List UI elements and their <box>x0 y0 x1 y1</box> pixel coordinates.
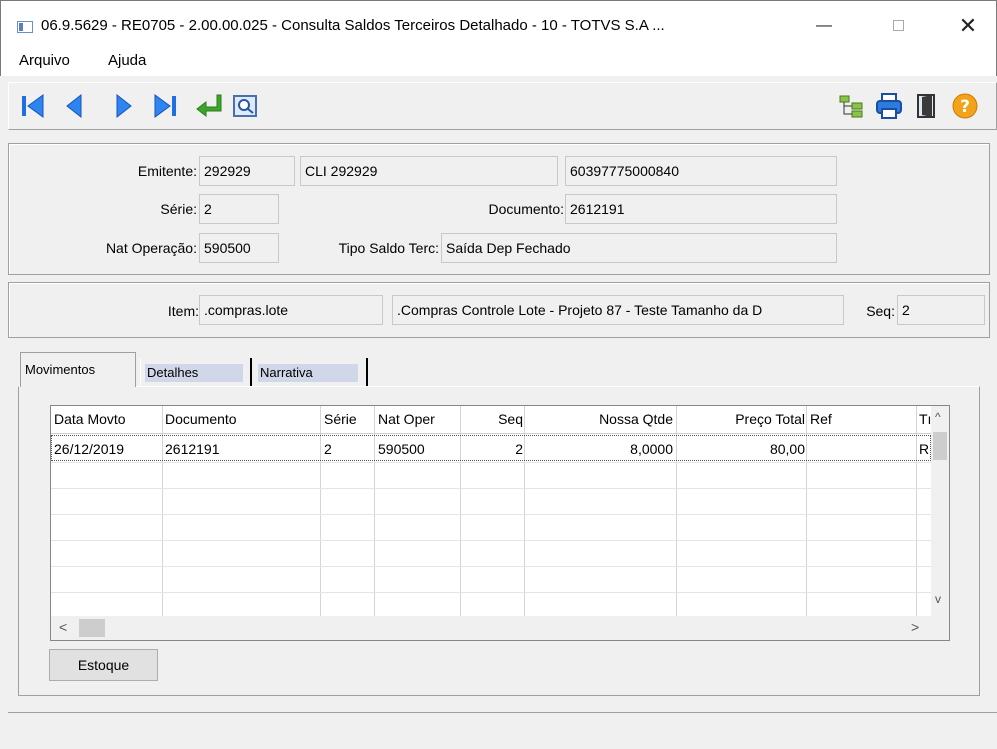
first-record-icon[interactable] <box>19 92 47 120</box>
col-header-preco-total[interactable]: Preço Total <box>677 406 805 432</box>
scrollbar-corner <box>931 616 949 640</box>
vertical-scroll-thumb[interactable] <box>933 432 947 460</box>
maximize-icon <box>892 20 904 32</box>
grid-row-line <box>51 566 931 567</box>
serie-label: Série: <box>160 201 197 217</box>
status-bar <box>8 712 997 749</box>
return-icon[interactable] <box>195 92 223 120</box>
tab-movimentos[interactable]: Movimentos <box>20 352 136 387</box>
col-header-nat-oper[interactable]: Nat Oper <box>378 406 435 432</box>
vertical-scrollbar[interactable]: ^ v <box>931 406 949 616</box>
scroll-left-icon[interactable]: < <box>59 619 67 635</box>
item-code-field[interactable]: .compras.lote <box>199 295 383 325</box>
cell-nat-oper: 590500 <box>378 441 425 457</box>
grid-row-line <box>51 592 931 593</box>
movimentos-grid[interactable]: Data Movto Documento Série Nat Oper Seq … <box>50 405 950 641</box>
menu-ajuda[interactable]: Ajuda <box>108 52 146 69</box>
help-icon[interactable]: ? <box>951 92 979 120</box>
col-header-nossa-qtde[interactable]: Nossa Qtde <box>525 406 673 432</box>
col-header-ref[interactable]: Ref <box>810 406 832 432</box>
emitente-cnpj-field[interactable]: 60397775000840 <box>565 156 837 186</box>
nat-operacao-field[interactable]: 590500 <box>199 233 279 263</box>
maximize-button[interactable] <box>875 11 921 41</box>
nat-operacao-label: Nat Operação: <box>105 240 197 256</box>
item-frame: Item: .compras.lote .Compras Controle Lo… <box>8 282 990 338</box>
tab-detalhes[interactable]: Detalhes <box>140 358 252 386</box>
app-icon <box>17 21 33 33</box>
horizontal-scrollbar[interactable]: < > <box>51 616 931 640</box>
documento-field[interactable]: 2612191 <box>565 194 837 224</box>
print-icon[interactable] <box>875 92 903 120</box>
header-frame: Emitente: 292929 CLI 292929 603977750008… <box>8 143 990 275</box>
col-header-data-movto[interactable]: Data Movto <box>54 406 126 432</box>
col-header-tp[interactable]: Tı <box>919 406 931 432</box>
exit-door-icon[interactable] <box>913 92 941 120</box>
tab-narrativa-label: Narrativa <box>258 364 358 382</box>
menu-bar: Arquivo Ajuda <box>0 44 997 76</box>
seq-field[interactable]: 2 <box>897 295 985 325</box>
scroll-up-icon[interactable]: ^ <box>935 410 941 424</box>
cell-data-movto: 26/12/2019 <box>54 441 125 457</box>
toolbar: ? <box>8 82 997 130</box>
cell-nossa-qtde: 8,0000 <box>630 441 673 457</box>
estoque-button[interactable]: Estoque <box>49 649 158 681</box>
seq-label: Seq: <box>866 303 895 319</box>
tipo-saldo-field[interactable]: Saída Dep Fechado <box>441 233 837 263</box>
col-header-documento[interactable]: Documento <box>165 406 237 432</box>
col-header-seq[interactable]: Seq <box>461 406 523 432</box>
cell-documento: 2612191 <box>165 441 220 457</box>
minimize-button[interactable]: — <box>801 11 847 41</box>
tab-movimentos-label: Movimentos <box>25 362 96 377</box>
scroll-down-icon[interactable]: v <box>935 592 941 606</box>
grid-header-divider <box>51 433 931 434</box>
tab-narrativa[interactable]: Narrativa <box>254 358 368 386</box>
last-record-icon[interactable] <box>151 92 179 120</box>
grid-row-line <box>51 540 931 541</box>
item-label: Item: <box>167 303 199 319</box>
scroll-right-icon[interactable]: > <box>911 619 919 635</box>
window-title-bar: 06.9.5629 - RE0705 - 2.00.00.025 - Consu… <box>0 0 997 44</box>
search-preview-icon[interactable] <box>231 92 259 120</box>
serie-field[interactable]: 2 <box>199 194 279 224</box>
menu-arquivo[interactable]: Arquivo <box>19 52 70 69</box>
horizontal-scroll-thumb[interactable] <box>79 619 105 637</box>
grid-row-line <box>51 514 931 515</box>
cell-serie: 2 <box>324 441 332 457</box>
previous-record-icon[interactable] <box>61 92 89 120</box>
cell-tp: R <box>919 441 930 457</box>
cell-preco-total: 80,00 <box>769 441 805 457</box>
next-record-icon[interactable] <box>109 92 137 120</box>
cell-seq: 2 <box>515 441 523 457</box>
emitente-code-field[interactable]: 292929 <box>199 156 295 186</box>
emitente-name-field[interactable]: CLI 292929 <box>300 156 558 186</box>
grid-row-line <box>51 488 931 489</box>
window-title: 06.9.5629 - RE0705 - 2.00.00.025 - Consu… <box>41 17 665 34</box>
item-description-field[interactable]: .Compras Controle Lote - Projeto 87 - Te… <box>392 295 844 325</box>
emitente-label: Emitente: <box>137 163 197 179</box>
tree-icon[interactable] <box>837 92 865 120</box>
tab-detalhes-label: Detalhes <box>145 364 243 382</box>
tipo-saldo-label: Tipo Saldo Terc: <box>338 240 439 256</box>
col-header-serie[interactable]: Série <box>324 406 357 432</box>
close-button[interactable]: ✕ <box>945 11 991 41</box>
svg-text:?: ? <box>960 97 970 117</box>
grid-row-line <box>51 462 931 463</box>
documento-label: Documento: <box>488 201 564 217</box>
